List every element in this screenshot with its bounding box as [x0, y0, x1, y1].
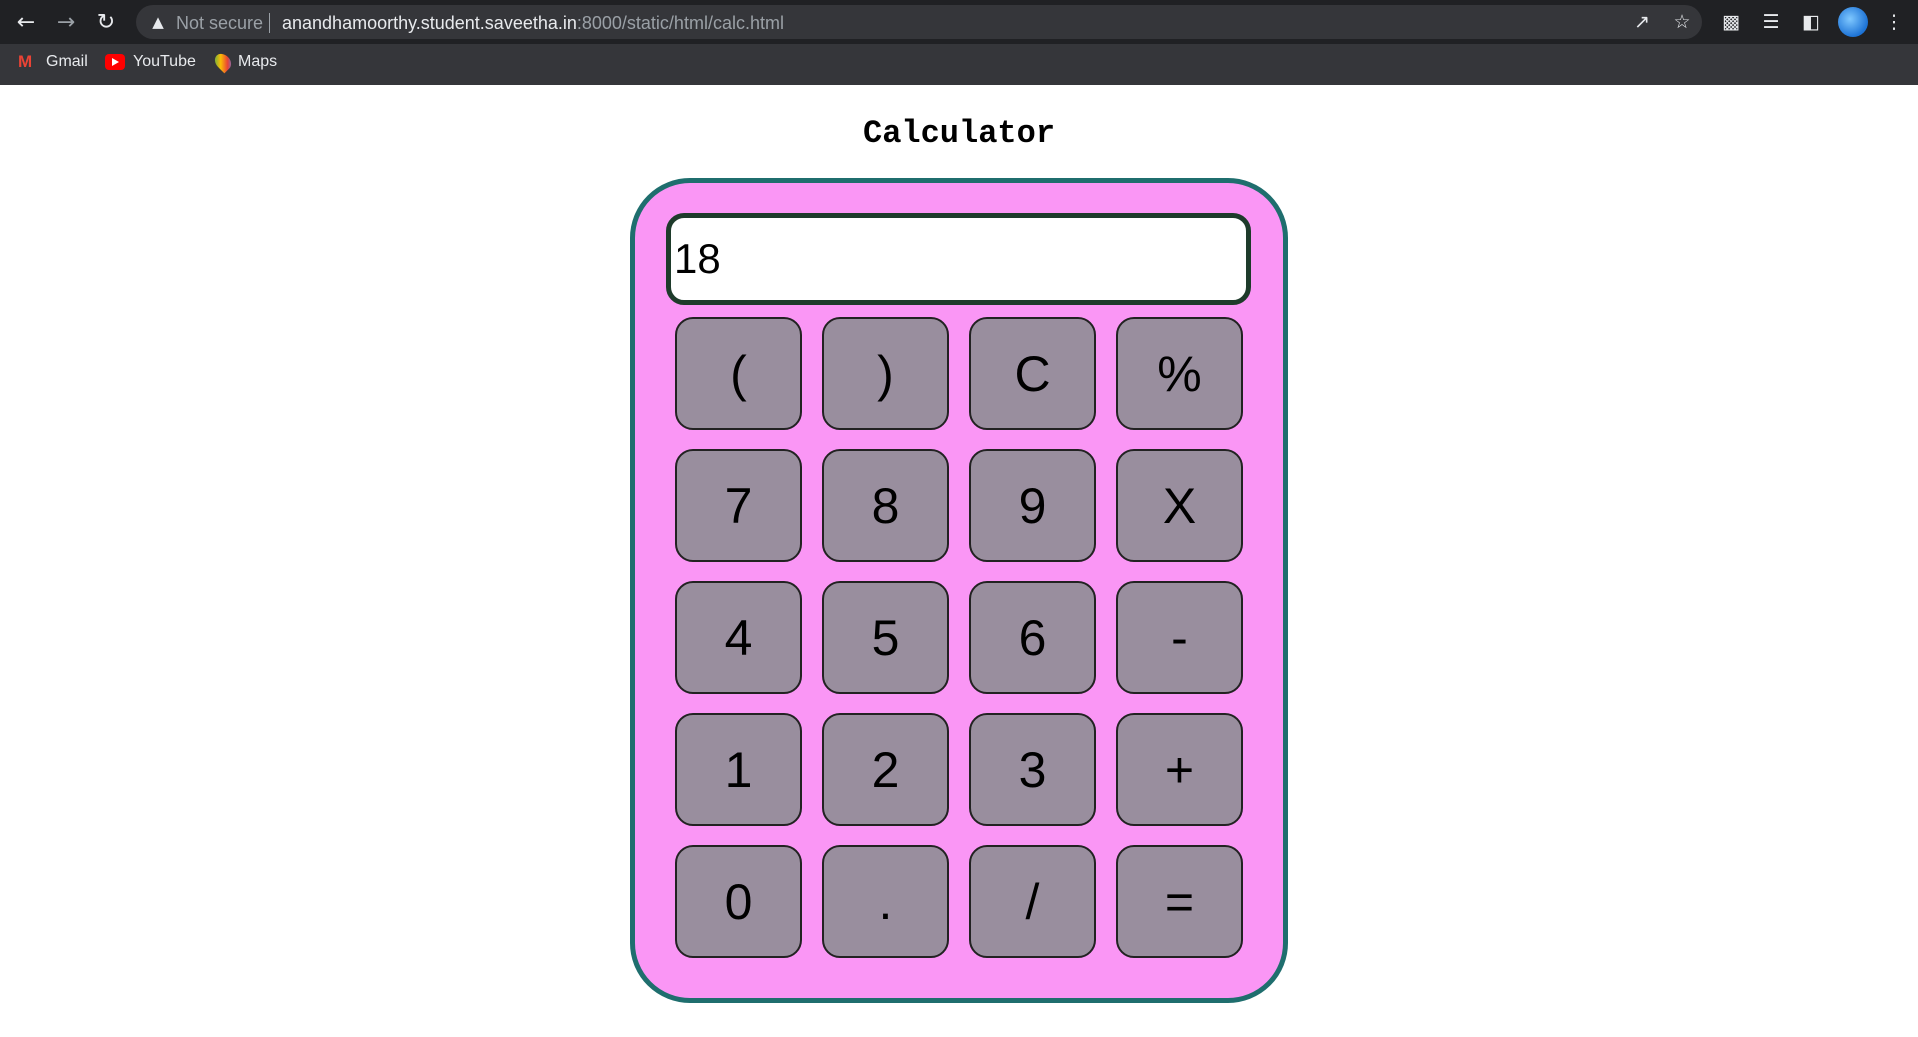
key-3-button[interactable]: 3 — [969, 713, 1096, 826]
bookmark-youtube[interactable]: YouTube — [105, 53, 196, 71]
warning-icon[interactable]: ▲ — [148, 12, 168, 32]
key-divide-button[interactable]: / — [969, 845, 1096, 958]
security-label[interactable]: Not secure — [176, 13, 263, 34]
url-path: :8000/static/html/calc.html — [576, 13, 784, 33]
bookmark-label: YouTube — [133, 53, 196, 70]
browser-toolbar: ← → ↻ ▲ Not secure anandhamoorthy.studen… — [0, 0, 1918, 44]
key-decimal-button[interactable]: . — [822, 845, 949, 958]
youtube-icon — [105, 54, 125, 70]
reload-icon[interactable]: ↻ — [90, 7, 122, 37]
key-4-button[interactable]: 4 — [675, 581, 802, 694]
url-host: anandhamoorthy.student.saveetha.in — [282, 13, 577, 33]
side-panel-icon[interactable]: ◧ — [1797, 8, 1825, 36]
key-plus-button[interactable]: + — [1116, 713, 1243, 826]
browser-chrome: ← → ↻ ▲ Not secure anandhamoorthy.studen… — [0, 0, 1918, 85]
bookmark-maps[interactable]: Maps — [211, 50, 278, 74]
page-title: Calculator — [862, 115, 1056, 152]
key-close-paren-button[interactable]: ) — [822, 317, 949, 430]
key-open-paren-button[interactable]: ( — [675, 317, 802, 430]
bookmark-gmail[interactable]: M Gmail — [18, 53, 88, 71]
bookmark-label: Maps — [238, 53, 278, 70]
key-8-button[interactable]: 8 — [822, 449, 949, 562]
extensions-puzzle-icon[interactable]: ▩ — [1717, 8, 1745, 36]
gmail-icon: M — [18, 52, 33, 71]
url-text[interactable]: anandhamoorthy.student.saveetha.in:8000/… — [282, 13, 784, 34]
calculator-keypad: () C% 7 8 9 X 4 5 6- 1 2 3 +0. / = — [675, 317, 1243, 958]
profile-avatar-icon[interactable] — [1838, 7, 1868, 37]
more-menu-icon[interactable]: ⋮ — [1880, 8, 1908, 36]
key-clear-button[interactable]: C — [969, 317, 1096, 430]
share-icon[interactable]: ↗ — [1629, 10, 1655, 34]
key-1-button[interactable]: 1 — [675, 713, 802, 826]
key-equals-button[interactable]: = — [1116, 845, 1243, 958]
address-bar[interactable]: ▲ Not secure anandhamoorthy.student.save… — [136, 5, 1702, 39]
key-0-button[interactable]: 0 — [675, 845, 802, 958]
forward-arrow-icon[interactable]: → — [50, 7, 82, 37]
key-2-button[interactable]: 2 — [822, 713, 949, 826]
media-playlist-icon[interactable]: ☰ — [1757, 8, 1785, 36]
key-9-button[interactable]: 9 — [969, 449, 1096, 562]
key-multiply-button[interactable]: X — [1116, 449, 1243, 562]
key-7-button[interactable]: 7 — [675, 449, 802, 562]
key-5-button[interactable]: 5 — [822, 581, 949, 694]
bookmark-label: Gmail — [46, 53, 88, 70]
divider — [269, 13, 270, 33]
calculator-body: ()C% 789X 456- 123+0./= — [630, 178, 1288, 1003]
back-arrow-icon[interactable]: ← — [10, 7, 42, 37]
key-percent-button[interactable]: % — [1116, 317, 1243, 430]
calculator-display[interactable] — [666, 213, 1251, 305]
bookmarks-bar: M Gmail YouTube Maps — [0, 44, 1918, 85]
maps-icon — [211, 50, 235, 74]
key-6-button[interactable]: 6 — [969, 581, 1096, 694]
key-minus-button[interactable]: - — [1116, 581, 1243, 694]
page-content: Calculator ()C% 789X 456- 123+0./= — [0, 85, 1918, 1037]
star-icon[interactable]: ☆ — [1669, 10, 1695, 34]
